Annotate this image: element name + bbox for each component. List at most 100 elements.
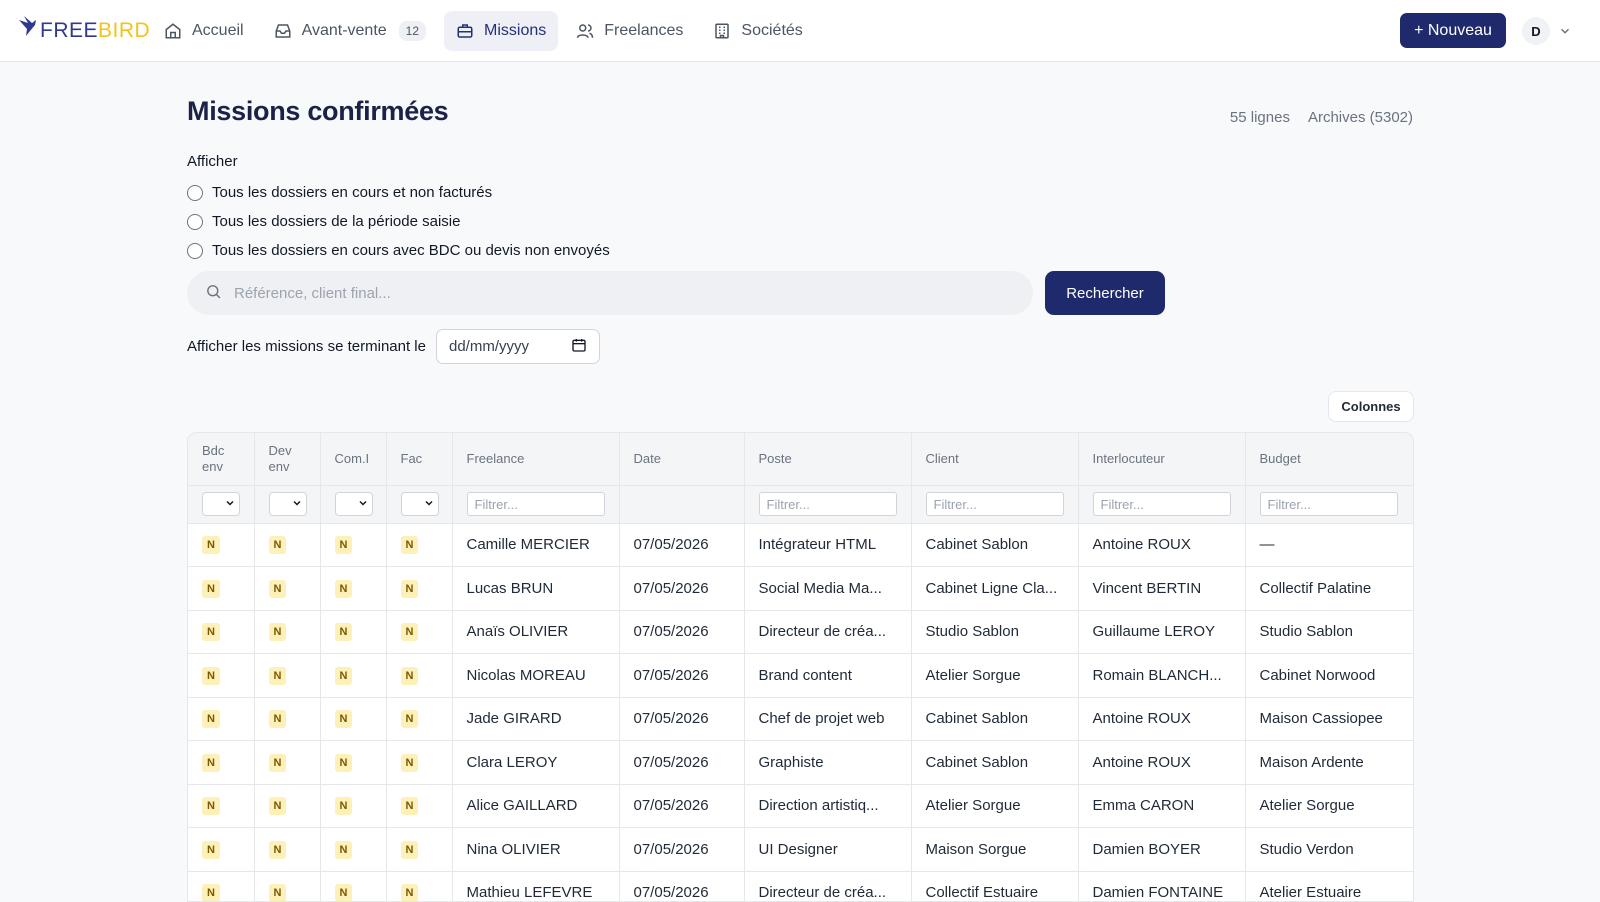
logo-text-bird: BIRD [98, 19, 151, 42]
column-header-budget[interactable]: Budget [1245, 433, 1413, 486]
dev-env-filter-select[interactable] [268, 492, 307, 516]
column-header-client[interactable]: Client [911, 433, 1079, 486]
cell-interlocuteur: Antoine ROUX [1078, 523, 1246, 567]
status-flag-badge: N [334, 797, 353, 816]
avatar[interactable]: D [1522, 17, 1550, 45]
com-i-filter-select[interactable] [334, 492, 373, 516]
table-row[interactable]: N N N N Camille MERCIER 07/05/2026 Intégrateur… [188, 523, 1413, 567]
cell-date: 07/05/2026 [619, 653, 745, 698]
status-flag-badge: N [202, 710, 220, 729]
client-filter-input[interactable] [925, 492, 1064, 516]
cell-freelance: Nicolas MOREAU [452, 653, 620, 698]
columns-button[interactable]: Colonnes [1328, 391, 1414, 422]
nav-item-label: Freelances [604, 22, 684, 39]
cell-interlocuteur: Emma CARON [1078, 784, 1246, 828]
cell-date: 07/05/2026 [619, 784, 745, 828]
column-header-freelance[interactable]: Freelance [452, 433, 620, 486]
nav-item-label: Accueil [192, 22, 244, 39]
radio-option-bdc-devis-non-envoyes[interactable]: Tous les dossiers en cours avec BDC ou d… [187, 236, 610, 265]
end-date-filter: Afficher les missions se terminant le dd… [187, 329, 600, 364]
table-row[interactable]: N N N N Alice GAILLARD 07/05/2026 Direction ar… [188, 784, 1413, 828]
cell-freelance: Jade GIRARD [452, 697, 620, 741]
archives-link[interactable]: Archives (5302) [1308, 109, 1413, 126]
page-meta: 55 lignes Archives (5302) [1230, 109, 1413, 126]
table-row[interactable]: N N N N Jade GIRARD 07/05/2026 Chef de projet … [188, 697, 1413, 741]
column-header-com-i[interactable]: Com.I [320, 433, 387, 486]
home-icon [164, 22, 182, 40]
status-flag-badge: N [268, 884, 287, 901]
cell-budget: — [1245, 523, 1413, 567]
table-row[interactable]: N N N N Anaïs OLIVIER 07/05/2026 Directeur de … [188, 610, 1413, 654]
missions-table: Bdc env Dev env Com.I Fac Freelance Date… [187, 432, 1414, 902]
cell-freelance: Anaïs OLIVIER [452, 610, 620, 654]
radio-button[interactable] [187, 242, 203, 259]
cell-interlocuteur: Damien FONTAINE [1078, 871, 1246, 901]
briefcase-icon [456, 22, 474, 40]
cell-freelance: Camille MERCIER [452, 523, 620, 567]
radio-button[interactable] [187, 213, 203, 230]
budget-filter-input[interactable] [1259, 492, 1398, 516]
cell-budget: Atelier Estuaire [1245, 871, 1413, 901]
end-date-label: Afficher les missions se terminant le [187, 338, 426, 355]
nav-item-accueil[interactable]: Accueil [152, 11, 256, 51]
status-flag-badge: N [400, 536, 419, 555]
poste-filter-input[interactable] [758, 492, 897, 516]
column-header-fac[interactable]: Fac [386, 433, 453, 486]
cell-budget: Studio Sablon [1245, 610, 1413, 654]
search-icon [205, 283, 222, 304]
bdc-env-filter-select[interactable] [202, 492, 240, 516]
column-header-dev-env[interactable]: Dev env [254, 433, 321, 486]
status-flag-badge: N [268, 840, 287, 859]
cell-budget: Maison Ardente [1245, 740, 1413, 785]
end-date-input[interactable]: dd/mm/yyyy [435, 329, 600, 364]
chevron-down-icon[interactable] [1558, 24, 1572, 38]
nav-item-missions[interactable]: Missions [444, 11, 559, 51]
table-row[interactable]: N N N N Nina OLIVIER 07/05/2026 UI Designer Mai… [188, 827, 1413, 872]
freebird-logo[interactable]: FREEBIRD [18, 14, 150, 48]
cell-freelance: Clara LEROY [452, 740, 620, 785]
cell-client: Cabinet Ligne Cla... [911, 566, 1079, 611]
search-input[interactable] [234, 284, 994, 302]
column-header-interlocuteur[interactable]: Interlocuteur [1078, 433, 1246, 486]
radio-button[interactable] [187, 184, 203, 201]
users-icon [576, 22, 594, 40]
search-button[interactable]: Rechercher [1045, 271, 1165, 315]
nav-item-freelances[interactable]: Freelances [564, 11, 695, 51]
cell-poste: Intégrateur HTML [744, 523, 912, 567]
bird-logo-icon [19, 16, 36, 36]
cell-date: 07/05/2026 [619, 523, 745, 567]
cell-freelance: Lucas BRUN [452, 566, 620, 611]
interlocuteur-filter-input[interactable] [1092, 492, 1231, 516]
table-row[interactable]: N N N N Lucas BRUN 07/05/2026 Social Media Ma.… [188, 566, 1413, 611]
table-row[interactable]: N N N N Nicolas MOREAU 07/05/2026 Brand conten… [188, 653, 1413, 698]
table-row[interactable]: N N N N Mathieu LEFEVRE 07/05/2026 Directeur d… [188, 871, 1413, 901]
freelance-filter-input[interactable] [466, 492, 605, 516]
table-row[interactable]: N N N N Clara LEROY 07/05/2026 Graphiste Cabine… [188, 740, 1413, 785]
cell-client: Maison Sorgue [911, 827, 1079, 872]
cell-client: Atelier Sorgue [911, 653, 1079, 698]
new-button[interactable]: + Nouveau [1400, 13, 1506, 48]
cell-freelance: Mathieu LEFEVRE [452, 871, 620, 901]
status-flag-badge: N [202, 753, 220, 772]
calendar-icon[interactable] [571, 337, 587, 357]
fac-filter-select[interactable] [400, 492, 439, 516]
chevron-down-icon [423, 496, 435, 513]
avant-vente-count-badge: 12 [398, 21, 427, 41]
cell-poste: Directeur de créa... [744, 871, 912, 901]
status-flag-badge: N [334, 840, 353, 859]
status-flag-badge: N [202, 666, 220, 685]
status-flag-badge: N [202, 884, 220, 901]
cell-freelance: Alice GAILLARD [452, 784, 620, 828]
radio-option-en-cours-non-factures[interactable]: Tous les dossiers en cours et non factur… [187, 178, 610, 207]
cell-date: 07/05/2026 [619, 697, 745, 741]
status-flag-badge: N [400, 840, 419, 859]
nav-item-societes[interactable]: Sociétés [701, 11, 814, 51]
column-header-date[interactable]: Date [619, 433, 745, 486]
status-flag-badge: N [400, 797, 419, 816]
radio-option-periode-saisie[interactable]: Tous les dossiers de la période saisie [187, 207, 610, 236]
column-header-poste[interactable]: Poste [744, 433, 912, 486]
cell-interlocuteur: Vincent BERTIN [1078, 566, 1246, 611]
column-header-bdc-env[interactable]: Bdc env [188, 433, 255, 486]
inbox-icon [274, 22, 292, 40]
nav-item-avant-vente[interactable]: Avant-vente 12 [262, 11, 438, 51]
